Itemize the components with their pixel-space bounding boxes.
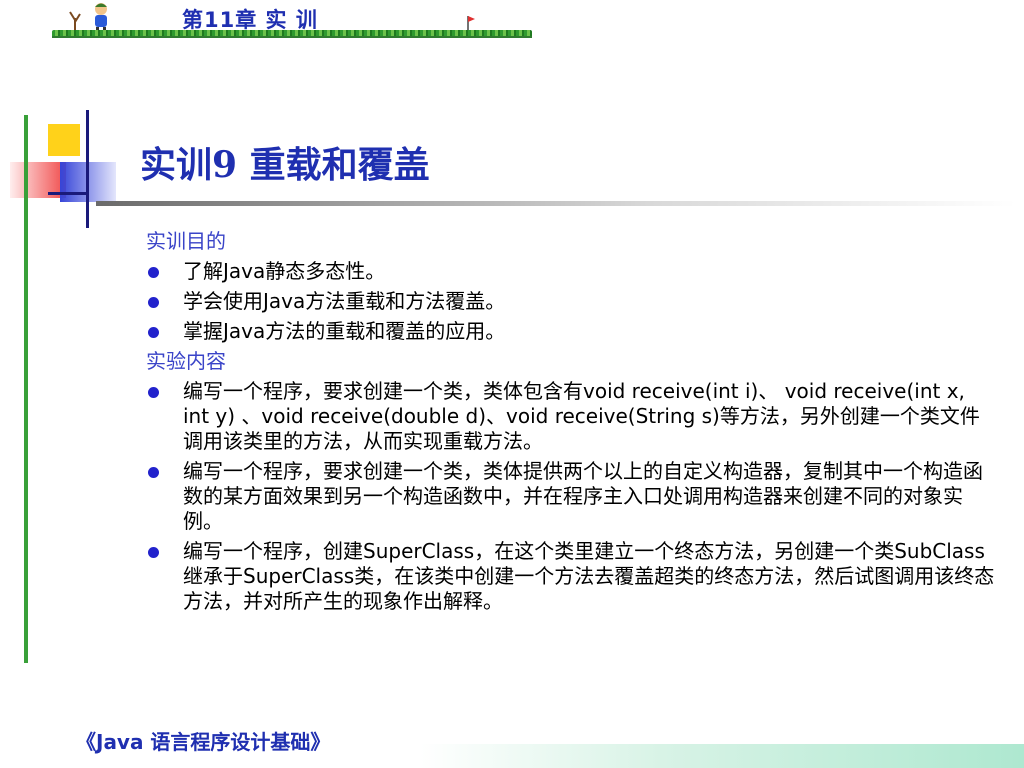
vertical-line [86, 110, 89, 228]
section-heading-objectives: 实训目的 [146, 229, 226, 253]
list-item: 掌握Java方法的重载和覆盖的应用。 [146, 319, 996, 344]
grass-baseline [52, 36, 532, 38]
section-heading-content: 实验内容 [146, 349, 226, 373]
yellow-square [48, 124, 80, 156]
bullet-icon [148, 467, 159, 478]
list-item: 学会使用Java方法重载和方法覆盖。 [146, 289, 996, 314]
list-item: 了解Java静态多态性。 [146, 259, 996, 284]
slide-content: 实训目的 了解Java静态多态性。 学会使用Java方法重载和方法覆盖。 掌握J… [146, 229, 996, 614]
title-underline [96, 201, 1016, 206]
bullet-icon [148, 547, 159, 558]
decorative-squares [0, 110, 140, 230]
list-item-text: 了解Java静态多态性。 [183, 259, 386, 283]
horizontal-line [48, 192, 88, 195]
footer-book-title: 《Java 语言程序设计基础》 [76, 730, 331, 754]
list-item-text: 学会使用Java方法重载和方法覆盖。 [183, 289, 506, 313]
slide-title: 实训9 重载和覆盖 [140, 144, 430, 186]
list-item: 编写一个程序，要求创建一个类，类体包含有void receive(int i)、… [146, 379, 996, 454]
bullet-icon [148, 327, 159, 338]
bullet-icon [148, 267, 159, 278]
bullet-icon [148, 387, 159, 398]
bullet-icon [148, 297, 159, 308]
list-item: 编写一个程序，要求创建一个类，类体提供两个以上的自定义构造器，复制其中一个构造函… [146, 459, 996, 534]
left-green-rule [24, 115, 28, 663]
footer-gradient-band [420, 744, 1024, 768]
list-item-text: 编写一个程序，创建SuperClass，在这个类里建立一个终态方法，另创建一个类… [183, 539, 995, 613]
list-item-text: 编写一个程序，要求创建一个类，类体包含有void receive(int i)、… [183, 379, 980, 453]
list-item-text: 掌握Java方法的重载和覆盖的应用。 [183, 319, 506, 343]
list-item-text: 编写一个程序，要求创建一个类，类体提供两个以上的自定义构造器，复制其中一个构造函… [183, 459, 983, 533]
chapter-banner: 第11章 实 训 [52, 0, 532, 40]
list-item: 编写一个程序，创建SuperClass，在这个类里建立一个终态方法，另创建一个类… [146, 539, 996, 614]
